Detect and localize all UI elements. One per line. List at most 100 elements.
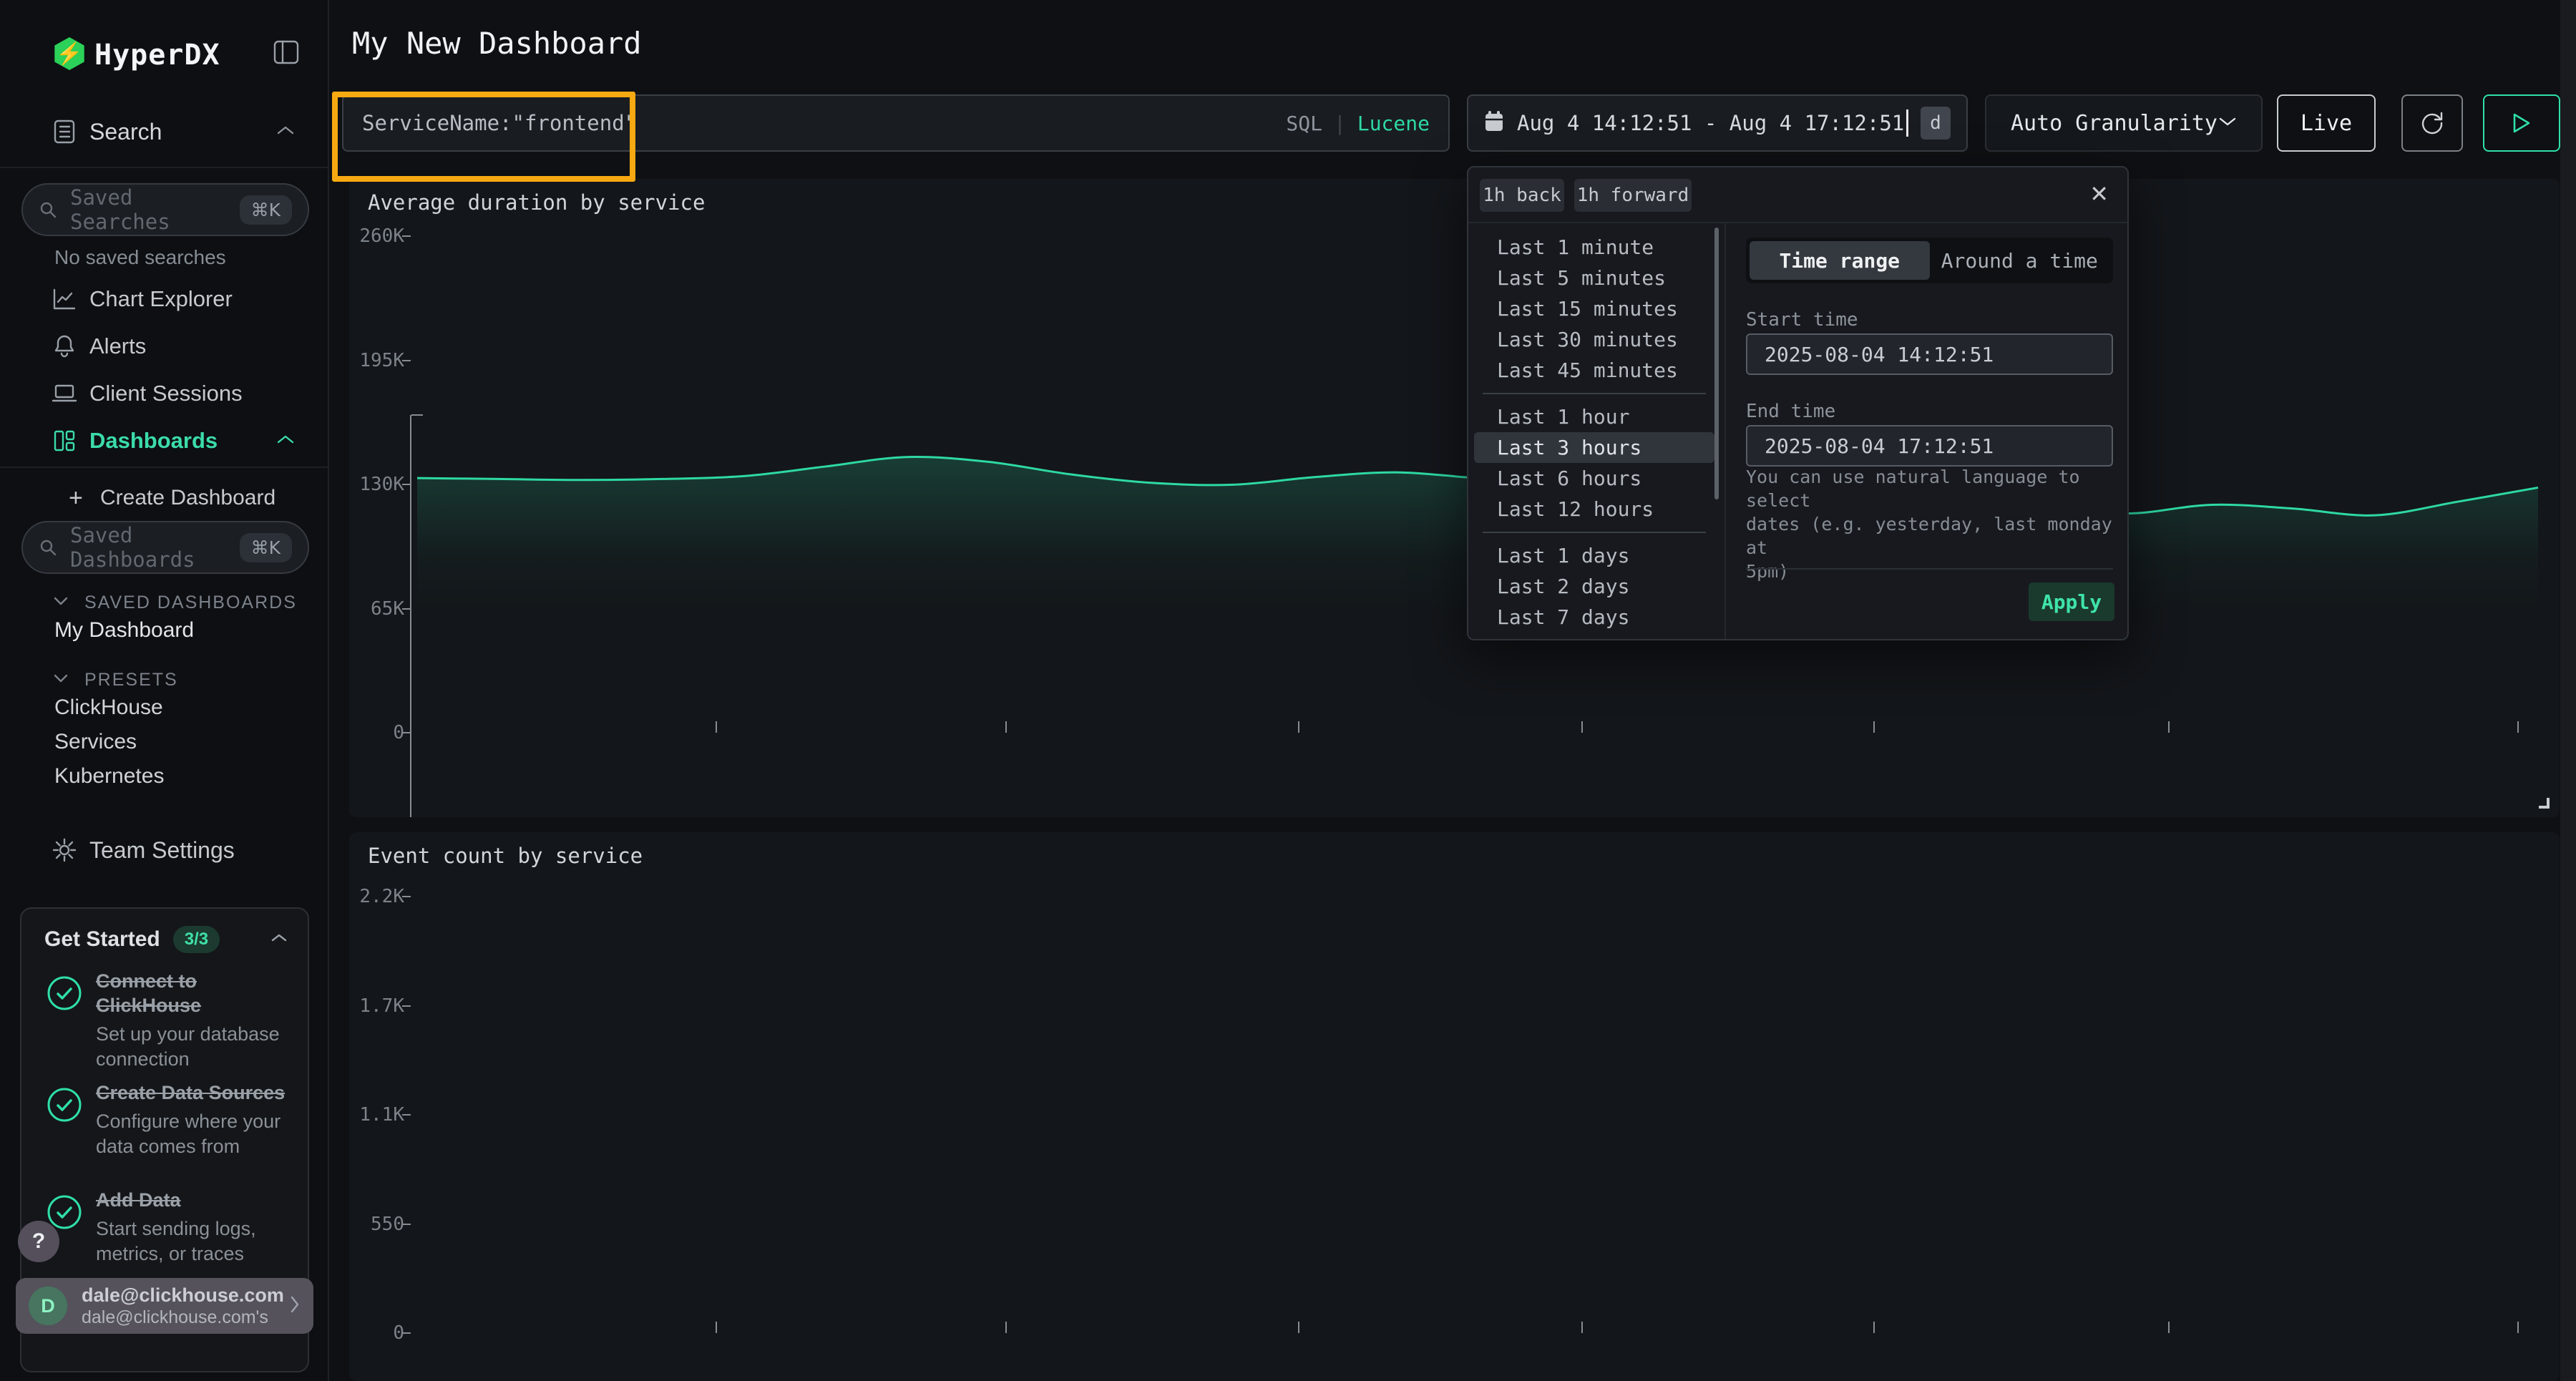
granularity-select[interactable]: Auto Granularity: [1985, 94, 2263, 152]
lucene-toggle[interactable]: Lucene: [1357, 112, 1430, 135]
tab-time-range[interactable]: Time range: [1750, 241, 1930, 280]
natural-language-hint: You can use natural language to select d…: [1746, 465, 2114, 583]
divider: [1746, 568, 2113, 570]
time-preset-option[interactable]: Last 1 minute: [1468, 232, 1720, 263]
sidebar-item-chart-explorer[interactable]: Chart Explorer: [0, 278, 329, 321]
chevron-down-icon: [53, 673, 69, 687]
start-time-label: Start time: [1746, 309, 1858, 331]
apply-button[interactable]: Apply: [2029, 582, 2114, 621]
sidebar-item-clickhouse[interactable]: ClickHouse: [54, 696, 163, 720]
time-preset-option[interactable]: Last 3 hours: [1474, 432, 1714, 463]
sidebar-collapse-icon[interactable]: [273, 40, 299, 68]
resize-handle[interactable]: [2539, 798, 2550, 809]
sidebar-item-team-settings[interactable]: Team Settings: [0, 827, 329, 873]
get-started-item-title: Create Data Sources: [96, 1080, 298, 1105]
calendar-icon: [1484, 111, 1504, 136]
saved-dashboards-input[interactable]: Saved Dashboards ⌘K: [21, 521, 309, 574]
chart-title: Average duration by service: [368, 190, 705, 215]
section-presets[interactable]: PRESETS: [0, 664, 329, 696]
get-started-title: Get Started: [44, 927, 160, 952]
scrollbar-thumb[interactable]: [1714, 228, 1719, 499]
sidebar-item-label: Chart Explorer: [89, 286, 233, 312]
chevron-down-icon: [2218, 116, 2237, 131]
divider: [0, 167, 328, 168]
divider: |: [1334, 112, 1346, 135]
user-email: dale@clickhouse.com: [82, 1284, 289, 1307]
chevron-up-icon: [276, 125, 295, 140]
close-icon[interactable]: ✕: [2089, 180, 2109, 208]
time-preset-option[interactable]: Last 7 days: [1468, 602, 1720, 633]
page-title: My New Dashboard: [352, 26, 642, 61]
get-started-item-desc: Start sending logs, metrics, or traces: [96, 1216, 298, 1267]
saved-dashboards-placeholder: Saved Dashboards: [70, 523, 240, 572]
time-preset-option[interactable]: Last 1 hour: [1468, 401, 1720, 432]
annotation-highlight-box: [332, 92, 635, 182]
time-presets-list: Last 1 minuteLast 5 minutesLast 15 minut…: [1468, 222, 1720, 640]
sidebar-item-search[interactable]: Search: [0, 109, 329, 155]
end-time-input[interactable]: 2025-08-04 17:12:51: [1746, 425, 2113, 467]
plus-icon: +: [69, 484, 83, 512]
journal-icon: [52, 119, 77, 145]
range-mode-tabs: Time range Around a time: [1746, 238, 2113, 283]
time-range-input[interactable]: Aug 4 14:12:51 - Aug 4 17:12:51 d: [1467, 94, 1968, 152]
refresh-icon: [2418, 109, 2446, 137]
hyperdx-logo-icon: ⚡: [53, 37, 86, 70]
search-icon: [39, 538, 57, 557]
create-dashboard-button[interactable]: + Create Dashboard: [0, 478, 329, 518]
sidebar-item-my-dashboard[interactable]: My Dashboard: [54, 618, 194, 643]
dashboard-grid-icon: [52, 428, 77, 454]
chevron-up-icon: [276, 434, 295, 449]
tab-around-a-time[interactable]: Around a time: [1930, 241, 2110, 280]
help-button[interactable]: ?: [18, 1221, 59, 1262]
time-preset-option[interactable]: Last 45 minutes: [1468, 355, 1720, 386]
hyperdx-app: ⚡ HyperDX Search Saved Searches ⌘K No sa…: [0, 0, 2576, 1381]
live-button[interactable]: Live: [2277, 94, 2376, 152]
sidebar-item-client-sessions[interactable]: Client Sessions: [0, 372, 329, 415]
shortcut-badge: ⌘K: [240, 533, 292, 562]
no-saved-searches-note: No saved searches: [54, 246, 226, 269]
avatar: D: [29, 1287, 67, 1325]
time-preset-option[interactable]: Last 15 minutes: [1468, 293, 1720, 324]
divider: [0, 467, 328, 468]
section-label: PRESETS: [84, 670, 178, 690]
end-time-label: End time: [1746, 401, 1835, 422]
time-preset-option[interactable]: Last 5 minutes: [1468, 263, 1720, 293]
sql-toggle[interactable]: SQL: [1286, 112, 1322, 135]
refresh-button[interactable]: [2401, 94, 2463, 152]
section-label: SAVED DASHBOARDS: [84, 592, 297, 613]
sidebar-item-dashboards[interactable]: Dashboards: [0, 419, 329, 462]
sidebar-item-kubernetes[interactable]: Kubernetes: [54, 764, 164, 789]
section-saved-dashboards[interactable]: SAVED DASHBOARDS: [0, 587, 329, 618]
time-preset-option[interactable]: Last 1 days: [1468, 540, 1720, 571]
time-preset-option[interactable]: Last 6 hours: [1468, 463, 1720, 494]
chevron-up-icon[interactable]: [270, 932, 288, 947]
chart-title: Event count by service: [368, 844, 643, 868]
user-menu[interactable]: D dale@clickhouse.com dale@clickhouse.co…: [16, 1278, 313, 1334]
sidebar-item-alerts[interactable]: Alerts: [0, 325, 329, 368]
run-query-button[interactable]: [2483, 94, 2560, 152]
saved-searches-input[interactable]: Saved Searches ⌘K: [21, 183, 309, 236]
duration-badge: d: [1921, 107, 1951, 140]
time-preset-option[interactable]: Last 14 days: [1468, 633, 1720, 640]
sidebar-item-services[interactable]: Services: [54, 730, 137, 754]
page-scrollbar[interactable]: [2560, 0, 2576, 1381]
chart-card-avg-duration: Average duration by service 260K195K130K…: [349, 179, 2560, 817]
time-preset-option[interactable]: Last 30 minutes: [1468, 324, 1720, 355]
time-preset-option[interactable]: Last 12 hours: [1468, 494, 1720, 524]
shift-back-button[interactable]: 1h back: [1480, 179, 1564, 212]
start-time-input[interactable]: 2025-08-04 14:12:51: [1746, 333, 2113, 375]
time-range-value: Aug 4 14:12:51 - Aug 4 17:12:51: [1517, 111, 1904, 135]
get-started-item-desc: Configure where your data comes from: [96, 1109, 298, 1159]
user-org: dale@clickhouse.com's: [82, 1307, 289, 1328]
time-preset-option[interactable]: Last 2 days: [1468, 571, 1720, 602]
create-dashboard-label: Create Dashboard: [100, 486, 275, 510]
get-started-item-title: Add Data: [96, 1188, 298, 1212]
bell-icon: [52, 333, 77, 359]
chevron-right-icon: [289, 1295, 301, 1317]
chevron-down-icon: [53, 596, 69, 610]
sidebar-item-label: Dashboards: [89, 428, 218, 454]
shift-forward-button[interactable]: 1h forward: [1574, 179, 1692, 212]
granularity-value: Auto Granularity: [2011, 111, 2218, 136]
chart-card-event-count: Event count by service 2.2K1.7K1.1K5500 …: [349, 832, 2560, 1381]
search-icon: [39, 200, 57, 219]
